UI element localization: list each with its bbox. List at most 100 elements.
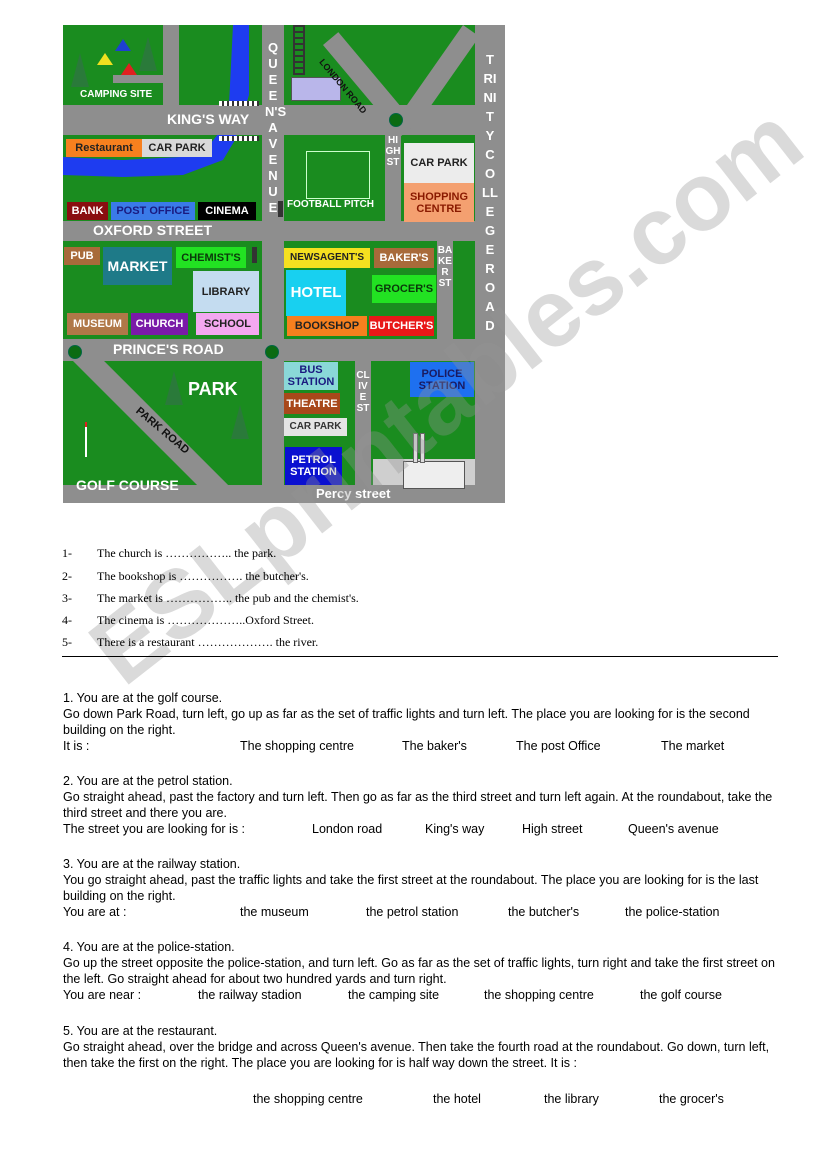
butchers: BUTCHER'S (369, 316, 434, 336)
option[interactable]: King's way (425, 821, 484, 837)
question-body: Go down Park Road, turn left, go up as f… (63, 707, 750, 737)
label-oxford-street: OXFORD STREET (93, 222, 213, 238)
question-title: 4. You are at the police-station. (63, 940, 235, 954)
football-pitch-lines (306, 151, 370, 199)
label-baker-st: BAKER ST (437, 245, 453, 289)
church: CHURCH (131, 313, 188, 335)
label-camping-site: CAMPING SITE (80, 89, 153, 100)
option[interactable]: Queen's avenue (628, 821, 719, 837)
traffic-lights-icon (278, 201, 283, 217)
option[interactable]: the museum (240, 904, 309, 920)
question-3: 3. You are at the railway station. You g… (63, 856, 778, 920)
label-trinity-college-road: TRINITY COLLEGE ROAD (482, 52, 498, 333)
museum: MUSEUM (67, 313, 128, 335)
car-park: CAR PARK (142, 139, 212, 157)
bridge (219, 136, 259, 141)
roundabout (389, 113, 403, 127)
item-number: 4- (62, 613, 72, 627)
question-title: 2. You are at the petrol station. (63, 774, 233, 788)
restaurant: Restaurant (66, 139, 142, 157)
option[interactable]: the police-station (625, 904, 720, 920)
option[interactable]: the golf course (640, 987, 722, 1003)
question-4: 4. You are at the police-station. Go up … (63, 939, 778, 1003)
prompt: You are at : (63, 905, 127, 919)
question-5: 5. You are at the restaurant. Go straigh… (63, 1023, 778, 1107)
option[interactable]: the shopping centre (484, 987, 594, 1003)
town-map: CAMPING SITE KING'S WAY OXFORD STREET PR… (63, 25, 505, 503)
post-office: POST OFFICE (111, 202, 195, 220)
item-number: 2- (62, 569, 72, 583)
police-station: POLICE STATION (410, 362, 474, 397)
item-number: 1- (62, 546, 72, 560)
factory-icon (403, 461, 465, 489)
tree-icon (71, 53, 89, 87)
option[interactable]: The post Office (516, 738, 601, 754)
item-number: 5- (62, 635, 72, 649)
options: You are near : the railway stadion the cam… (63, 987, 778, 1003)
item-text: The church is …………….. the park. (97, 546, 277, 560)
question-body: Go straight ahead, past the factory and … (63, 790, 773, 820)
option[interactable]: the petrol station (366, 904, 458, 920)
option[interactable]: the camping site (348, 987, 439, 1003)
petrol-station: PETROL STATION (285, 447, 342, 485)
tree-icon (139, 37, 157, 71)
tent-icon (115, 39, 131, 51)
label-football-pitch: FOOTBALL PITCH (287, 199, 375, 210)
option[interactable]: The baker's (402, 738, 467, 754)
grocers: GROCER'S (372, 275, 436, 303)
label-golf-course: GOLF COURSE (76, 477, 179, 493)
roundabout (68, 345, 82, 359)
question-1: 1. You are at the golf course. Go down P… (63, 690, 778, 754)
prompt: The street you are looking for is : (63, 822, 246, 836)
fill-in-item: 2- The bookshop is ……………. the butcher's. (62, 569, 309, 584)
golf-flag-icon (85, 422, 87, 457)
factory-chimney (420, 433, 425, 463)
fill-in-item: 4- The cinema is ………………..Oxford Street. (62, 613, 314, 628)
option[interactable]: the grocer's (659, 1091, 724, 1107)
options: the shopping centre the hotel the library t… (63, 1091, 778, 1107)
item-number: 3- (62, 591, 72, 605)
question-title: 3. You are at the railway station. (63, 857, 241, 871)
hotel: HOTEL (286, 270, 346, 316)
label-high-st: HIGH ST (385, 135, 401, 168)
tree-icon (165, 371, 183, 405)
car-park: CAR PARK (284, 418, 347, 436)
option[interactable]: the butcher's (508, 904, 579, 920)
prompt: You are near : (63, 988, 142, 1002)
cinema: CINEMA (198, 202, 256, 220)
prompt: It is : (63, 739, 90, 753)
newsagents: NEWSAGENT'S (284, 248, 370, 268)
question-body: Go up the street opposite the police-sta… (63, 956, 775, 986)
traffic-lights-icon (252, 247, 257, 263)
option[interactable]: The market (661, 738, 724, 754)
railway-track (293, 25, 305, 75)
bank: BANK (67, 202, 108, 220)
option[interactable]: the shopping centre (253, 1091, 363, 1107)
divider (62, 656, 778, 657)
road-camp-lane (163, 25, 179, 105)
car-park: CAR PARK (404, 143, 474, 183)
option[interactable]: The shopping centre (240, 738, 354, 754)
theatre: THEATRE (284, 393, 340, 414)
option[interactable]: the hotel (433, 1091, 481, 1107)
item-text: There is a restaurant ………………. the river. (97, 635, 319, 649)
library: LIBRARY (193, 271, 259, 312)
bridge (219, 101, 259, 106)
option[interactable]: High street (522, 821, 582, 837)
market: MARKET (103, 247, 172, 285)
bakers: BAKER'S (374, 248, 434, 268)
pub: PUB (64, 247, 100, 265)
question-2: 2. You are at the petrol station. Go str… (63, 773, 778, 837)
option[interactable]: the railway stadion (198, 987, 302, 1003)
options: You are at : the museum the petrol station… (63, 904, 778, 920)
fill-in-item: 1- The church is …………….. the park. (62, 546, 276, 561)
roundabout (265, 345, 279, 359)
school: SCHOOL (196, 313, 259, 335)
option[interactable]: the library (544, 1091, 599, 1107)
question-title: 1. You are at the golf course. (63, 691, 223, 705)
fill-in-item: 3- The market is …………….. the pub and the … (62, 591, 359, 606)
option[interactable]: London road (312, 821, 382, 837)
bus-station: BUS STATION (284, 362, 338, 390)
question-title: 5. You are at the restaurant. (63, 1024, 218, 1038)
road-camp-spur (113, 75, 168, 83)
